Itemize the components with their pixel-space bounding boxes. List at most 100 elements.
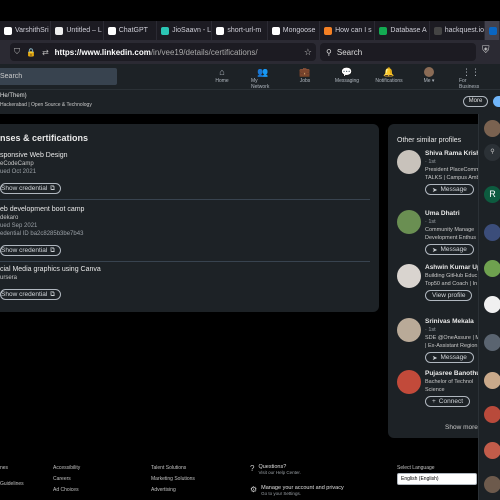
- tab-label: JioSaavn - L: [172, 27, 211, 34]
- send-icon: ➤: [432, 354, 438, 362]
- footer-link-careers[interactable]: Careers: [53, 476, 80, 482]
- help-center-block[interactable]: ? Questions? Visit our Help Center.: [250, 464, 301, 475]
- language-select[interactable]: English (English): [397, 473, 477, 485]
- connection-degree: · 1st: [425, 327, 436, 333]
- browser-search-box[interactable]: ⚲ Search: [320, 43, 476, 61]
- tab-label: Database A: [390, 27, 427, 34]
- tab-label: ChatGPT: [118, 27, 148, 34]
- nav-item-label: Notifications: [375, 78, 403, 84]
- avatar[interactable]: [484, 406, 500, 423]
- avatar[interactable]: [397, 210, 421, 234]
- browser-tab[interactable]: Database A: [375, 21, 430, 40]
- avatar[interactable]: [397, 150, 421, 174]
- browser-tab[interactable]: How can I s: [320, 21, 376, 40]
- bookmark-star-icon[interactable]: ☆: [304, 47, 312, 58]
- message-button[interactable]: ➤ Message: [425, 184, 474, 195]
- nav-item-avatar[interactable]: Me ▾: [417, 67, 441, 84]
- avatar[interactable]: [397, 318, 421, 342]
- nav-item-jobs[interactable]: 💼 Jobs: [293, 67, 317, 84]
- footer-link-accessibility[interactable]: Accessibility: [53, 465, 80, 471]
- show-credential-label: Show credential: [1, 247, 48, 254]
- nav-item-network[interactable]: 👥 My Network: [251, 67, 275, 90]
- footer-link-marketing-solutions[interactable]: Marketing Solutions: [151, 476, 195, 482]
- avatar[interactable]: [484, 334, 500, 351]
- more-button[interactable]: More: [463, 96, 488, 107]
- certification-issued-date: ued Oct 2021: [0, 169, 37, 175]
- profile-name-text: Uma Dhatri: [425, 210, 460, 217]
- message-button[interactable]: ➤ Message: [425, 352, 474, 363]
- show-credential-button[interactable]: Show credential ⧉: [0, 289, 61, 300]
- browser-tab[interactable]: hackquest.io/e: [430, 21, 486, 40]
- browser-tab[interactable]: Mongoose: [268, 21, 321, 40]
- footer-link-advertising[interactable]: Advertising: [151, 487, 195, 493]
- tab-label: Untitled – L: [66, 27, 102, 34]
- lock-icon[interactable]: 🔒: [26, 48, 36, 57]
- certification-item: cial Media graphics using Canva ursera S…: [0, 266, 101, 301]
- permissions-icon[interactable]: ⇄: [42, 48, 49, 57]
- profile-sticky-header: He/Them) Hackerabad | Open Source & Tech…: [0, 90, 500, 114]
- browser-tab[interactable]: ChatGPT: [104, 21, 158, 40]
- profile-name[interactable]: Srinivas Mekala: [425, 318, 474, 325]
- show-credential-label: Show credential: [1, 185, 48, 192]
- send-icon: ➤: [432, 186, 438, 194]
- send-icon: ➤: [432, 246, 438, 254]
- certification-name[interactable]: cial Media graphics using Canva: [0, 266, 101, 273]
- footer-link[interactable]: Guidelines: [0, 481, 24, 487]
- browser-tab[interactable]: short-url-m: [212, 21, 268, 40]
- view-profile-button[interactable]: View profile: [425, 290, 473, 301]
- url-text[interactable]: https://www.linkedin.com/in/vee19/detail…: [55, 48, 258, 57]
- avatar[interactable]: [397, 264, 421, 288]
- tab-favicon-icon: [433, 26, 442, 35]
- browser-tab[interactable]: Untitled – L: [51, 21, 104, 40]
- show-credential-button[interactable]: Show credential ⧉: [0, 183, 61, 194]
- message-button[interactable]: ➤ Message: [425, 244, 474, 255]
- profile-name[interactable]: Uma Dhatri: [425, 210, 460, 217]
- browser-tab-bar: VarshithSri Untitled – L ChatGPT JioSaavn -…: [0, 21, 500, 40]
- tab-favicon-icon: [379, 26, 388, 35]
- primary-action-button[interactable]: [493, 96, 500, 107]
- connect-button[interactable]: + Connect: [425, 396, 471, 407]
- avatar[interactable]: [397, 370, 421, 394]
- browser-tab[interactable]: VarshithSri: [0, 21, 52, 40]
- avatar[interactable]: [484, 224, 500, 241]
- avatar[interactable]: R: [484, 186, 500, 203]
- nav-item-home[interactable]: ⌂ Home: [210, 67, 234, 84]
- section-title: nses & certifications: [0, 133, 89, 143]
- avatar[interactable]: [484, 442, 500, 459]
- profile-headline: Hackerabad | Open Source & Technology: [0, 102, 92, 108]
- footer-link-ad-choices[interactable]: Ad Choices: [53, 487, 80, 493]
- tab-label: hackquest.io/e: [444, 27, 485, 34]
- avatar[interactable]: [484, 296, 500, 313]
- certifications-card: nses & certifications sponsive Web Desig…: [0, 124, 379, 312]
- profile-name[interactable]: Pujasree Banothu: [425, 370, 480, 377]
- avatar[interactable]: [484, 260, 500, 277]
- bell-icon: 🔔: [383, 67, 395, 77]
- search-icon[interactable]: ⚲: [484, 144, 500, 161]
- tab-favicon-icon: [216, 26, 225, 35]
- nav-item-bell[interactable]: 🔔 Notifications: [375, 67, 403, 84]
- avatar[interactable]: [484, 120, 500, 137]
- address-bar[interactable]: ⛉ 🔒 ⇄ https://www.linkedin.com/in/vee19/…: [10, 43, 316, 61]
- footer-link-talent-solutions[interactable]: Talent Solutions: [151, 465, 195, 471]
- tab-label: short-url-m: [227, 27, 262, 34]
- shield-icon[interactable]: ⛉: [14, 47, 20, 57]
- certification-name[interactable]: sponsive Web Design: [0, 152, 68, 159]
- show-credential-button[interactable]: Show credential ⧉: [0, 245, 61, 256]
- browser-search-placeholder: Search: [336, 47, 363, 57]
- tab-favicon-icon: [4, 26, 12, 35]
- avatar[interactable]: [484, 372, 500, 389]
- extension-shield-icon[interactable]: ⛨: [482, 45, 490, 56]
- manage-account-block[interactable]: ⚙ Manage your account and privacy Go to …: [250, 485, 344, 496]
- profile-name[interactable]: Ashwin Kumar Up: [425, 264, 481, 271]
- linkedin-search-input[interactable]: Search: [0, 68, 117, 85]
- browser-tab[interactable]: in: [485, 21, 500, 40]
- nav-item-messaging[interactable]: 💬 Messaging: [335, 67, 359, 84]
- show-more-button[interactable]: Show more: [445, 424, 478, 431]
- footer-link[interactable]: nes: [0, 465, 24, 471]
- profile-name[interactable]: Shiva Rama Krishn: [425, 150, 484, 157]
- certification-issuer: eCodeCamp: [0, 161, 34, 167]
- browser-tab[interactable]: JioSaavn - L: [157, 21, 213, 40]
- manage-subtitle: Go to your Settings.: [261, 491, 301, 496]
- connection-degree: · 1st: [425, 219, 436, 225]
- certification-name[interactable]: eb development boot camp: [0, 206, 84, 213]
